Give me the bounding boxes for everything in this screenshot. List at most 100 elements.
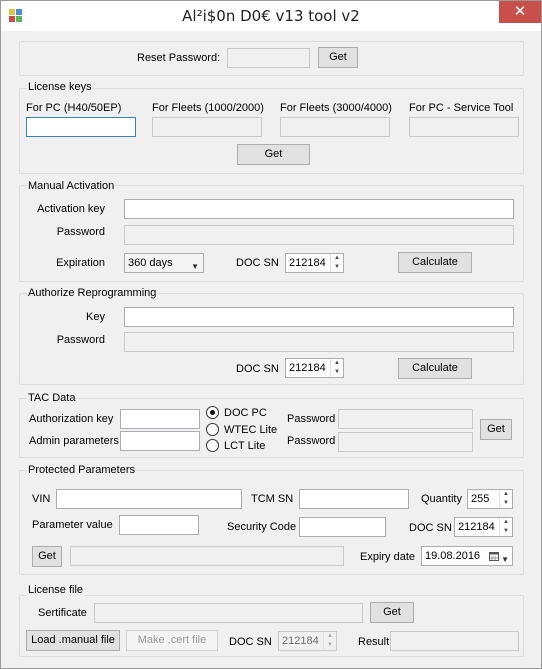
authorize-legend: Authorize Reprogramming <box>27 287 158 300</box>
spin-up-icon[interactable]: ▲ <box>500 490 512 499</box>
authorize-doc-sn-field[interactable]: 212184 ▲ ▼ <box>285 358 344 378</box>
for-fleets-3000-label: For Fleets (3000/4000) <box>280 102 392 114</box>
authorize-doc-sn-spinner[interactable]: ▲ ▼ <box>330 359 343 377</box>
license-keys-get-button[interactable]: Get <box>237 144 310 165</box>
manual-calculate-button[interactable]: Calculate <box>398 252 472 273</box>
manual-doc-sn-field[interactable]: 212184 ▲ ▼ <box>285 253 344 273</box>
quantity-spinner[interactable]: ▲ ▼ <box>499 490 512 508</box>
for-pc-service-label: For PC - Service Tool <box>409 102 514 114</box>
spin-down-icon[interactable]: ▼ <box>331 263 343 272</box>
protected-doc-sn-spinner[interactable]: ▲ ▼ <box>499 518 512 536</box>
manual-password-label: Password <box>56 226 105 238</box>
radio-wtec-lite-label[interactable]: WTEC Lite <box>224 423 277 437</box>
license-file-legend: License file <box>27 584 85 597</box>
tac-password2-label: Password <box>287 435 336 447</box>
sertificate-field[interactable] <box>94 603 363 623</box>
authorize-doc-sn-label: DOC SN <box>236 363 279 375</box>
license-file-doc-sn-label: DOC SN <box>229 636 272 648</box>
radio-lct-lite-label[interactable]: LCT Lite <box>224 439 265 453</box>
spin-down-icon[interactable]: ▼ <box>331 368 343 377</box>
reset-get-button[interactable]: Get <box>318 47 358 68</box>
for-fleets-1000-label: For Fleets (1000/2000) <box>152 102 264 114</box>
radio-lct-lite[interactable] <box>206 439 219 452</box>
tcm-sn-field[interactable] <box>299 489 409 509</box>
admin-parameters-label: Admin parameters <box>29 435 119 447</box>
tcm-sn-label: TCM SN <box>251 493 294 505</box>
protected-legend: Protected Parameters <box>27 464 136 477</box>
radio-wtec-lite[interactable] <box>206 423 219 436</box>
result-field[interactable] <box>390 631 519 651</box>
spin-up-icon[interactable]: ▲ <box>331 254 343 263</box>
quantity-value: 255 <box>471 493 490 505</box>
title-bar[interactable]: Al²i$0n D0€ v13 tool v2 ✕ <box>1 1 541 31</box>
authorization-key-field[interactable] <box>120 409 200 429</box>
close-icon[interactable]: ✕ <box>499 1 541 23</box>
authorize-password-label: Password <box>56 334 105 346</box>
expiry-date-picker[interactable]: 19.08.2016 ▼ <box>421 546 513 566</box>
for-fleets-3000-key-field[interactable] <box>280 117 390 137</box>
chevron-down-icon: ▼ <box>191 262 199 271</box>
for-pc-key-field[interactable] <box>26 117 136 137</box>
spin-down-icon[interactable]: ▼ <box>324 641 336 650</box>
calendar-icon[interactable] <box>489 551 499 561</box>
expiration-value: 360 days <box>128 257 173 269</box>
protected-output-field[interactable] <box>70 546 344 566</box>
license-file-doc-sn-value: 212184 <box>282 635 319 647</box>
spin-down-icon[interactable]: ▼ <box>500 499 512 508</box>
protected-get-button[interactable]: Get <box>32 546 62 567</box>
protected-doc-sn-field[interactable]: 212184 ▲ ▼ <box>454 517 513 537</box>
for-pc-label: For PC (H40/50EP) <box>26 102 122 114</box>
radio-doc-pc[interactable] <box>206 406 219 419</box>
manual-doc-sn-label: DOC SN <box>236 257 279 269</box>
make-cert-file-button[interactable]: Make .cert file <box>126 630 218 651</box>
load-manual-file-button[interactable]: Load .manual file <box>26 630 120 651</box>
spin-up-icon[interactable]: ▲ <box>331 359 343 368</box>
authorization-key-label: Authorization key <box>29 413 114 425</box>
manual-activation-legend: Manual Activation <box>27 180 116 193</box>
quantity-stepper[interactable]: 255 ▲ ▼ <box>467 489 513 509</box>
for-fleets-1000-key-field[interactable] <box>152 117 262 137</box>
reset-password-label: Reset Password: <box>137 52 221 64</box>
expiration-select[interactable]: 360 days ▼ <box>124 253 204 273</box>
expiration-label: Expiration <box>56 257 105 269</box>
sertificate-label: Sertificate <box>38 607 87 619</box>
spin-up-icon[interactable]: ▲ <box>500 518 512 527</box>
tac-password1-field[interactable] <box>338 409 473 429</box>
authorize-key-label: Key <box>86 311 105 323</box>
chevron-down-icon[interactable]: ▼ <box>501 553 509 565</box>
security-code-label: Security Code <box>227 521 297 533</box>
expiry-date-label: Expiry date <box>360 551 416 563</box>
parameter-value-label: Parameter value <box>32 519 113 531</box>
manual-password-field[interactable] <box>124 225 514 245</box>
vin-label: VIN <box>32 493 51 505</box>
for-pc-service-key-field[interactable] <box>409 117 519 137</box>
protected-doc-sn-label: DOC SN <box>409 522 452 534</box>
window-title: Al²i$0n D0€ v13 tool v2 <box>182 7 360 25</box>
quantity-label: Quantity <box>421 493 462 505</box>
expiry-date-value: 19.08.2016 <box>425 550 481 562</box>
tac-get-button[interactable]: Get <box>480 419 512 440</box>
license-keys-legend: License keys <box>27 81 93 94</box>
authorize-password-field[interactable] <box>124 332 514 352</box>
tac-legend: TAC Data <box>27 392 77 405</box>
reset-password-field[interactable] <box>227 48 310 68</box>
admin-parameters-field[interactable] <box>120 431 200 451</box>
manual-doc-sn-value: 212184 <box>289 257 326 269</box>
parameter-value-field[interactable] <box>119 515 199 535</box>
sertificate-get-button[interactable]: Get <box>370 602 414 623</box>
radio-doc-pc-label[interactable]: DOC PC <box>224 406 267 420</box>
authorize-calculate-button[interactable]: Calculate <box>398 358 472 379</box>
manual-doc-sn-spinner[interactable]: ▲ ▼ <box>330 254 343 272</box>
app-window: Al²i$0n D0€ v13 tool v2 ✕ Reset Password… <box>0 0 542 669</box>
license-file-doc-sn-field[interactable]: 212184 ▲ ▼ <box>278 631 337 651</box>
vin-field[interactable] <box>56 489 242 509</box>
authorize-key-field[interactable] <box>124 307 514 327</box>
spin-down-icon[interactable]: ▼ <box>500 527 512 536</box>
activation-key-field[interactable] <box>124 199 514 219</box>
license-file-doc-sn-spinner[interactable]: ▲ ▼ <box>323 632 336 650</box>
security-code-field[interactable] <box>299 517 386 537</box>
spin-up-icon[interactable]: ▲ <box>324 632 336 641</box>
tac-password2-field[interactable] <box>338 432 473 452</box>
protected-doc-sn-value: 212184 <box>458 521 495 533</box>
result-label: Result <box>358 636 390 648</box>
